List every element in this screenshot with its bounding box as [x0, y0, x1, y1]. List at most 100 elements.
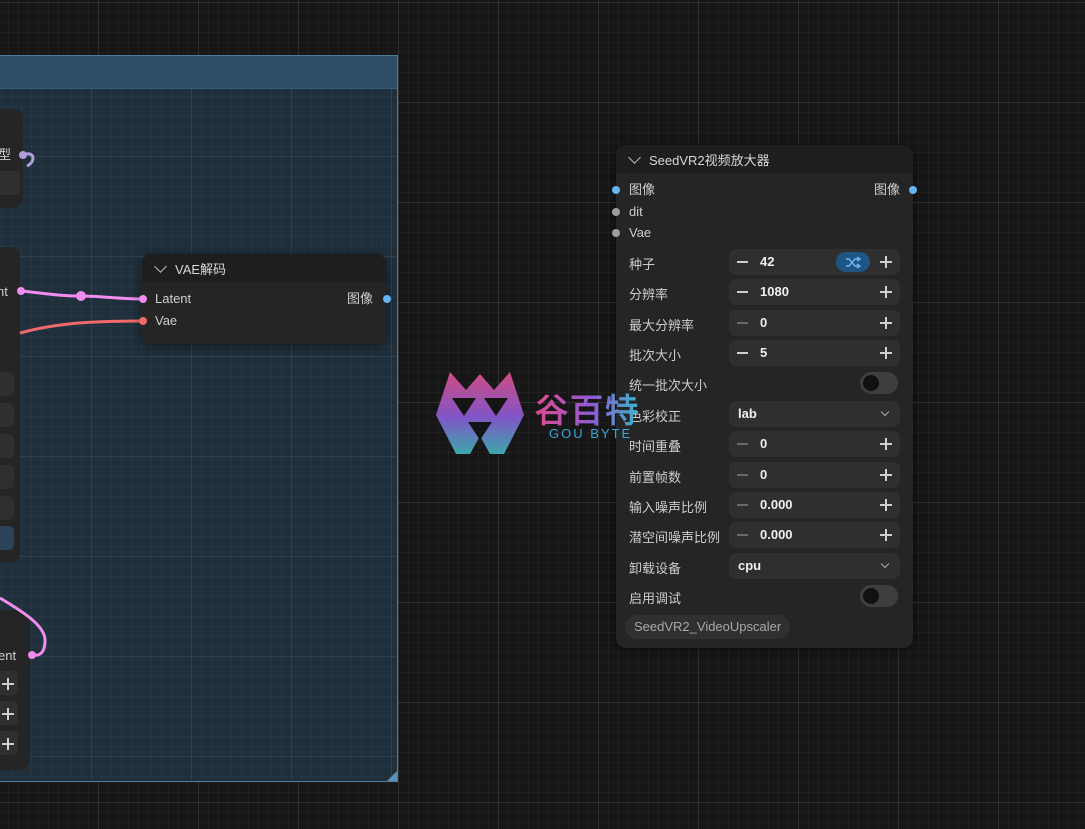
input-noise-scale-stepper[interactable]: 0.000 — [729, 492, 900, 518]
resolution-value[interactable]: 1080 — [760, 284, 789, 299]
increment-icon[interactable] — [880, 529, 892, 541]
seed-stepper[interactable]: 42 — [729, 249, 900, 275]
seedvr2-node[interactable]: SeedVR2视频放大器 图像 图像 dit Vae 种子 42 分辨率 108… — [612, 145, 917, 648]
image-input-dot[interactable] — [612, 186, 620, 194]
decrement-icon[interactable] — [737, 261, 748, 263]
collapse-chevron-icon[interactable] — [154, 259, 167, 273]
seed-widget: 种子 42 — [616, 249, 913, 275]
node-group[interactable] — [0, 55, 398, 782]
randomize-seed-button[interactable] — [836, 252, 870, 272]
decrement-icon[interactable] — [737, 504, 748, 506]
increment-icon[interactable] — [880, 347, 892, 359]
decrement-icon[interactable] — [737, 534, 748, 536]
partial-widget-5[interactable] — [0, 496, 14, 520]
batch-size-widget: 批次大小 5 — [616, 340, 913, 366]
offload-device-select[interactable]: cpu — [729, 553, 900, 579]
color-correction-widget: 色彩校正 lab — [616, 401, 913, 427]
image-output-label: 图像 — [873, 182, 900, 197]
seedvr2-title-bar[interactable]: SeedVR2视频放大器 — [616, 145, 913, 173]
uniform-batch-toggle[interactable] — [860, 372, 898, 394]
vae-input-dot[interactable] — [612, 229, 620, 237]
resolution-label: 分辨率 — [629, 287, 669, 302]
input-noise-scale-label: 输入噪声比例 — [629, 500, 708, 515]
collapse-chevron-icon[interactable] — [628, 150, 641, 164]
latent-noise-scale-widget: 潜空间噪声比例 0.000 — [616, 522, 913, 548]
batch-size-label: 批次大小 — [629, 348, 682, 363]
input-noise-scale-value[interactable]: 0.000 — [760, 497, 793, 512]
group-resize-handle[interactable] — [387, 771, 397, 781]
latent-input-dot[interactable] — [139, 295, 147, 303]
seed-value[interactable]: 42 — [760, 254, 774, 269]
increment-icon[interactable] — [880, 438, 892, 450]
partial-stepper-1[interactable] — [0, 671, 18, 695]
latent-output-label-2: ent — [0, 648, 17, 663]
decrement-icon[interactable] — [737, 474, 748, 476]
increment-icon[interactable] — [880, 256, 892, 268]
decrement-icon[interactable] — [737, 443, 748, 445]
watermark-text-en: GOU BYTE — [549, 426, 633, 441]
max-resolution-stepper[interactable]: 0 — [729, 310, 900, 336]
batch-size-value[interactable]: 5 — [760, 345, 767, 360]
vae-decode-title-bar[interactable]: VAE解码 — [142, 254, 386, 282]
node-type-badge: SeedVR2_VideoUpscaler — [625, 615, 791, 639]
temporal-overlap-value[interactable]: 0 — [760, 436, 767, 451]
dit-input-dot[interactable] — [612, 208, 620, 216]
chevron-down-icon — [880, 559, 890, 569]
seedvr2-title: SeedVR2视频放大器 — [649, 152, 770, 168]
partial-stepper-3[interactable] — [0, 731, 18, 755]
color-correction-select[interactable]: lab — [729, 401, 900, 427]
vae-input-label: Vae — [629, 225, 652, 240]
decrement-icon[interactable] — [737, 322, 748, 324]
increment-icon[interactable] — [880, 499, 892, 511]
toggle-knob — [863, 375, 879, 391]
resolution-stepper[interactable]: 1080 — [729, 279, 900, 305]
uniform-batch-widget: 统一批次大小 — [616, 370, 913, 396]
batch-size-stepper[interactable]: 5 — [729, 340, 900, 366]
increment-icon[interactable] — [880, 286, 892, 298]
max-resolution-widget: 最大分辨率 0 — [616, 310, 913, 336]
vae-decode-node[interactable]: VAE解码 Latent Vae 图像 — [139, 254, 391, 344]
partial-node-latent[interactable]: ent — [0, 610, 30, 770]
latent-noise-scale-value[interactable]: 0.000 — [760, 527, 793, 542]
uniform-batch-label: 统一批次大小 — [629, 378, 708, 393]
image-output-dot[interactable] — [909, 186, 917, 194]
increment-icon[interactable] — [880, 317, 892, 329]
partial-widget-1[interactable] — [0, 372, 14, 396]
image-input-label: 图像 — [629, 182, 656, 197]
decrement-icon[interactable] — [737, 291, 748, 293]
watermark-text-cn: 谷百特 — [535, 384, 640, 432]
offload-device-label: 卸载设备 — [629, 561, 682, 576]
partial-stepper-2[interactable] — [0, 701, 18, 725]
max-resolution-value[interactable]: 0 — [760, 315, 767, 330]
enable-debug-widget: 启用调试 — [616, 583, 913, 609]
enable-debug-label: 启用调试 — [629, 591, 682, 606]
prepend-frames-stepper[interactable]: 0 — [729, 462, 900, 488]
prepend-frames-widget: 前置帧数 0 — [616, 462, 913, 488]
image-output-label: 图像 — [346, 291, 373, 306]
group-header[interactable] — [0, 56, 397, 89]
resolution-widget: 分辨率 1080 — [616, 279, 913, 305]
watermark-logo-icon — [436, 372, 524, 454]
partial-node-model[interactable]: 型 — [0, 109, 23, 208]
temporal-overlap-widget: 时间重叠 0 — [616, 431, 913, 457]
partial-widget-2[interactable] — [0, 403, 14, 427]
prepend-frames-label: 前置帧数 — [629, 470, 682, 485]
partial-widget-button[interactable] — [0, 171, 20, 195]
partial-widget-4[interactable] — [0, 465, 14, 489]
dit-input-label: dit — [629, 204, 643, 219]
partial-node-sampler[interactable]: nt — [0, 247, 20, 562]
vae-decode-title: VAE解码 — [175, 261, 227, 277]
vae-input-dot[interactable] — [139, 317, 147, 325]
increment-icon[interactable] — [880, 469, 892, 481]
vae-input-label: Vae — [155, 313, 178, 328]
latent-noise-scale-stepper[interactable]: 0.000 — [729, 522, 900, 548]
temporal-overlap-stepper[interactable]: 0 — [729, 431, 900, 457]
enable-debug-toggle[interactable] — [860, 585, 898, 607]
partial-widget-6[interactable] — [0, 526, 14, 550]
decrement-icon[interactable] — [737, 352, 748, 354]
prepend-frames-value[interactable]: 0 — [760, 467, 767, 482]
toggle-knob — [863, 588, 879, 604]
partial-widget-3[interactable] — [0, 434, 14, 458]
seed-label: 种子 — [629, 257, 656, 272]
image-output-dot[interactable] — [383, 295, 391, 303]
